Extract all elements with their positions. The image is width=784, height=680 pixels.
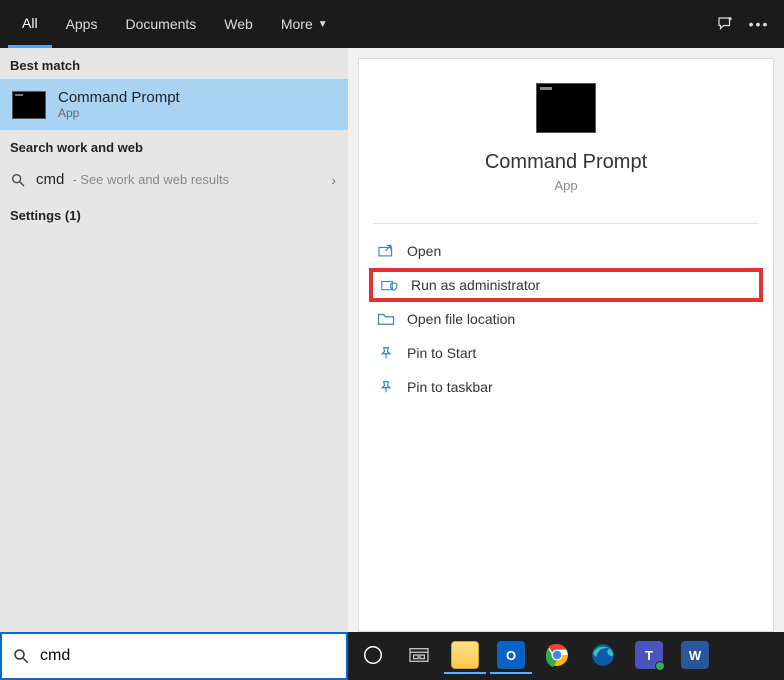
- best-match-subtitle: App: [58, 106, 180, 120]
- search-work-web-label: Search work and web: [0, 130, 348, 161]
- open-icon: [377, 244, 395, 258]
- search-input[interactable]: [40, 647, 336, 665]
- action-label: Pin to taskbar: [407, 379, 493, 395]
- command-prompt-icon: [536, 83, 596, 133]
- taskbar-file-explorer[interactable]: [444, 638, 486, 674]
- more-options-icon[interactable]: •••: [742, 7, 776, 41]
- search-hint-text: - See work and web results: [72, 172, 229, 187]
- best-match-result[interactable]: Command Prompt App: [0, 79, 348, 130]
- tab-web[interactable]: Web: [210, 0, 267, 48]
- preview-panel: Command Prompt App Open Run as administr…: [358, 58, 774, 632]
- best-match-label: Best match: [0, 48, 348, 79]
- action-open-file-location[interactable]: Open file location: [359, 302, 773, 336]
- action-label: Pin to Start: [407, 345, 476, 361]
- tab-apps[interactable]: Apps: [52, 0, 112, 48]
- chevron-right-icon: ›: [331, 172, 336, 188]
- taskbar: O T W: [348, 632, 784, 680]
- admin-shield-icon: [381, 278, 399, 292]
- taskbar-outlook[interactable]: O: [490, 638, 532, 674]
- chevron-down-icon: ▼: [318, 19, 328, 30]
- search-icon: [12, 647, 30, 665]
- action-label: Run as administrator: [411, 277, 540, 293]
- folder-icon: [377, 312, 395, 326]
- taskbar-word[interactable]: W: [674, 638, 716, 674]
- search-tabs-bar: All Apps Documents Web More▼ •••: [0, 0, 784, 48]
- tab-more[interactable]: More▼: [267, 0, 342, 48]
- command-prompt-icon: [12, 91, 46, 119]
- action-run-as-administrator[interactable]: Run as administrator: [369, 268, 763, 302]
- pin-icon: [377, 380, 395, 394]
- settings-label[interactable]: Settings (1): [0, 198, 348, 229]
- cortana-icon[interactable]: [352, 638, 394, 674]
- action-pin-to-taskbar[interactable]: Pin to taskbar: [359, 370, 773, 404]
- task-view-icon[interactable]: [398, 638, 440, 674]
- tab-all[interactable]: All: [8, 0, 52, 48]
- action-label: Open: [407, 243, 441, 259]
- action-pin-to-start[interactable]: Pin to Start: [359, 336, 773, 370]
- search-icon: [10, 172, 28, 188]
- best-match-title: Command Prompt: [58, 89, 180, 106]
- search-box[interactable]: [0, 632, 348, 680]
- divider: [373, 223, 759, 224]
- taskbar-edge[interactable]: [582, 638, 624, 674]
- search-query-text: cmd: [36, 171, 64, 188]
- search-web-row[interactable]: cmd - See work and web results ›: [0, 161, 348, 198]
- action-open[interactable]: Open: [359, 234, 773, 268]
- taskbar-teams[interactable]: T: [628, 638, 670, 674]
- results-panel: Best match Command Prompt App Search wor…: [0, 48, 348, 632]
- preview-subtitle: App: [359, 178, 773, 193]
- action-label: Open file location: [407, 311, 515, 327]
- tab-documents[interactable]: Documents: [111, 0, 210, 48]
- preview-title: Command Prompt: [359, 151, 773, 174]
- taskbar-chrome[interactable]: [536, 638, 578, 674]
- feedback-icon[interactable]: [708, 7, 742, 41]
- pin-icon: [377, 346, 395, 360]
